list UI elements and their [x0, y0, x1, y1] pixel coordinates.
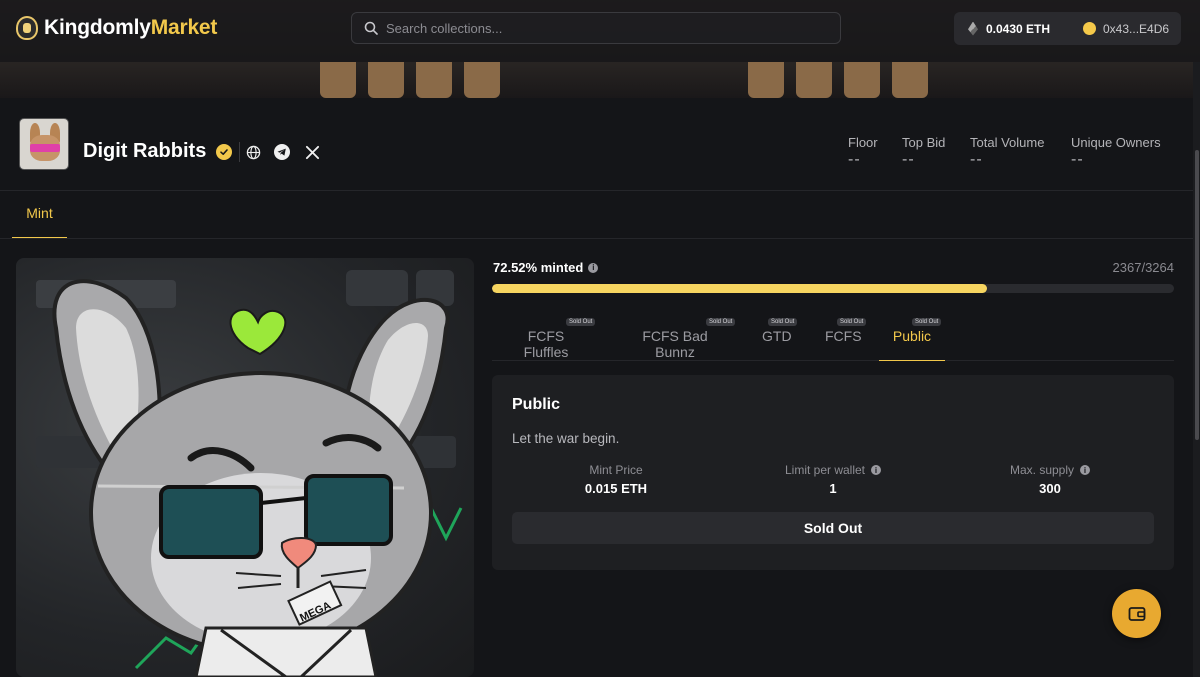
mint-price-cell: Mint Price 0.015 ETH	[511, 463, 721, 496]
tab-mint[interactable]: Mint	[12, 205, 67, 238]
top-navbar: KingdomlyMarket 0.0430 ETH 0x43...E4D6	[0, 0, 1200, 62]
scrollbar-thumb[interactable]	[1195, 150, 1199, 440]
balance-display[interactable]: 0.0430 ETH	[954, 21, 1069, 36]
search-icon	[364, 21, 378, 35]
mint-progress-bar	[492, 284, 1174, 293]
info-icon[interactable]: i	[1080, 465, 1091, 475]
stat-value: --	[902, 151, 915, 168]
tab-mint-label: Mint	[26, 205, 53, 221]
rabbit-artwork-image	[36, 270, 463, 677]
stat-value: --	[970, 151, 983, 168]
phase-label: Public	[892, 328, 932, 344]
mint-progress-fill	[492, 284, 987, 293]
section-divider	[0, 190, 1193, 191]
stat-label: Unique Owners	[1071, 135, 1161, 150]
tab-gtd[interactable]: Sold Out GTD	[762, 312, 798, 361]
phase-label: GTD	[762, 328, 792, 344]
stat-unique-owners: Unique Owners --	[1071, 135, 1161, 169]
wallet-icon	[1128, 606, 1145, 621]
eth-icon	[968, 21, 978, 36]
tabs-divider	[0, 238, 1193, 239]
logo-text-main: Kingdomly	[44, 16, 151, 39]
info-icon[interactable]: i	[588, 262, 599, 273]
tab-public[interactable]: Sold Out Public	[879, 312, 945, 361]
search-bar[interactable]	[351, 12, 841, 44]
wallet-panel[interactable]: 0.0430 ETH 0x43...E4D6	[954, 12, 1181, 45]
tab-fcfs-fluffles[interactable]: Sold Out FCFS Fluffles	[506, 312, 596, 361]
minted-count: 2367/3264	[1112, 260, 1174, 275]
phase-label: FCFS	[825, 328, 862, 344]
sold-out-badge: Sold Out	[706, 318, 736, 326]
tab-fcfs[interactable]: Sold Out FCFS	[825, 312, 867, 361]
stat-value: --	[1071, 151, 1084, 168]
stat-floor: Floor --	[848, 135, 878, 169]
wallet-address: 0x43...E4D6	[1103, 21, 1170, 36]
tab-fcfs-bad-bunnz[interactable]: Sold Out FCFS Bad Bunnz	[622, 312, 736, 361]
search-input[interactable]	[386, 20, 816, 36]
limit-per-wallet-cell: Limit per wallet i 1	[728, 463, 938, 496]
minted-percentage: 72.52% minted i	[493, 260, 599, 275]
mint-price-value: 0.015 ETH	[584, 481, 648, 496]
max-supply-value: 300	[1039, 481, 1061, 496]
verified-badge-icon	[216, 144, 232, 160]
limit-label: Limit per wallet	[784, 463, 866, 477]
info-icon[interactable]: i	[871, 465, 882, 475]
website-globe-icon[interactable]	[245, 144, 261, 160]
address-display[interactable]: 0x43...E4D6	[1069, 22, 1169, 36]
x-twitter-icon[interactable]	[304, 144, 320, 160]
phase-description: Let the war begin.	[512, 431, 620, 446]
phase-tabs: Sold Out FCFS Fluffles Sold Out FCFS Bad…	[492, 312, 1174, 361]
stat-top-bid: Top Bid --	[902, 135, 945, 169]
phase-label: FCFS Bad Bunnz	[642, 328, 708, 360]
balance-value: 0.0430 ETH	[986, 21, 1051, 36]
telegram-icon[interactable]	[274, 144, 290, 160]
sold-out-badge: Sold Out	[912, 318, 942, 326]
stat-label: Floor	[848, 135, 878, 150]
max-supply-label: Max. supply	[1009, 463, 1075, 477]
header-divider	[239, 142, 240, 162]
phase-label: FCFS Fluffles	[523, 328, 569, 360]
phase-details-card: Public Let the war begin. Mint Price 0.0…	[492, 375, 1174, 570]
limit-value: 1	[829, 481, 837, 496]
sold-out-badge: Sold Out	[837, 318, 867, 326]
collection-avatar	[19, 118, 69, 170]
logo-text-accent: Market	[150, 16, 218, 39]
phase-title: Public	[512, 396, 561, 413]
mint-price-label: Mint Price	[589, 463, 643, 477]
logo[interactable]: KingdomlyMarket	[16, 16, 217, 40]
stat-label: Total Volume	[970, 135, 1045, 150]
nft-artwork: MEGA	[16, 258, 474, 677]
logo-icon	[16, 16, 38, 40]
banner-art-right	[748, 62, 928, 98]
wallet-avatar-icon	[1083, 22, 1096, 35]
sold-out-badge: Sold Out	[566, 318, 596, 326]
stat-value: --	[848, 151, 861, 168]
max-supply-cell: Max. supply i 300	[945, 463, 1155, 496]
minted-label: 72.52% minted	[493, 260, 584, 275]
collection-name: Digit Rabbits	[83, 140, 207, 162]
sold-out-badge: Sold Out	[768, 318, 798, 326]
banner-art-left	[320, 62, 500, 98]
stat-label: Top Bid	[902, 135, 946, 150]
sold-out-button[interactable]: Sold Out	[512, 512, 1154, 544]
stat-total-volume: Total Volume --	[970, 135, 1044, 169]
wallet-fab-button[interactable]	[1112, 589, 1161, 638]
